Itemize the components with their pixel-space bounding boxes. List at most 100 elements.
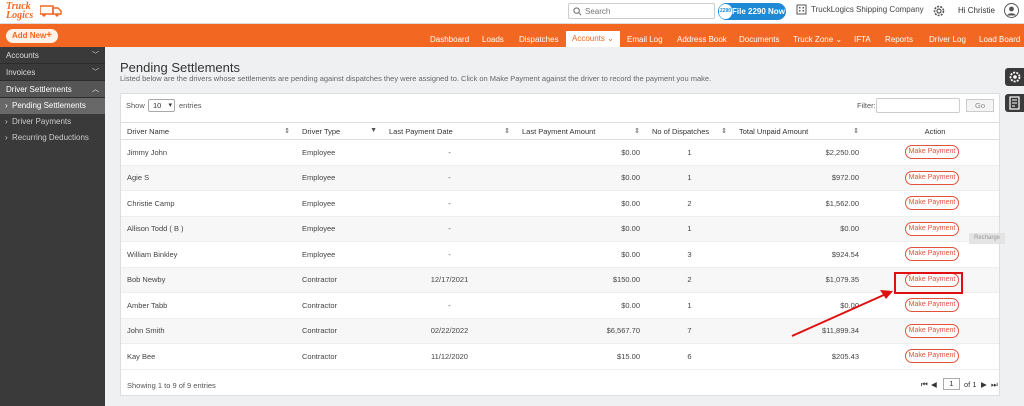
user-avatar[interactable] — [1004, 3, 1019, 18]
page-size-select[interactable]: 10 — [148, 99, 175, 112]
table-row: William Binkley Employee - $0.00 3 $924.54 Mak… — [121, 241, 999, 268]
col-no-of-dispatches[interactable]: No of Dispatches ⇕ — [646, 122, 733, 140]
add-new-button[interactable]: Add New — [6, 29, 58, 43]
nav-driver-log[interactable]: Driver Log — [929, 35, 966, 44]
recharge-tooltip: Recharge — [969, 233, 1005, 244]
cell-last-payment-amount: $0.00 — [516, 216, 646, 242]
search-box[interactable] — [568, 3, 715, 19]
cell-no-of-dispatches: 2 — [646, 267, 733, 293]
filter-input[interactable] — [876, 98, 960, 113]
sidebar-accounts[interactable]: Accounts ﹀ — [0, 47, 105, 64]
top-header: Truck Logics 2290 File 2290 Now TruckLog… — [0, 0, 1024, 24]
entries-info: Showing 1 to 9 of 9 entries — [127, 381, 216, 390]
cell-driver-type: Contractor — [296, 318, 383, 344]
settings-float-button[interactable] — [1005, 68, 1024, 86]
cell-driver-name: Amber Tabb — [121, 292, 296, 319]
search-input[interactable] — [585, 5, 710, 17]
col-driver-name[interactable]: Driver Name ⇕ — [121, 122, 296, 140]
col-last-payment-date[interactable]: Last Payment Date ⇕ — [383, 122, 516, 140]
nav-address-book[interactable]: Address Book — [677, 35, 727, 44]
make-payment-button[interactable]: Make Payment — [905, 247, 959, 262]
cell-last-payment-date: - — [383, 139, 516, 166]
col-last-payment-amount[interactable]: Last Payment Amount ⇕ — [516, 122, 646, 140]
cell-action: Make Payment — [865, 165, 999, 191]
nav-truck-zone-label: Truck Zone — [793, 35, 834, 44]
trucklogics-logo[interactable]: Truck Logics — [6, 2, 62, 22]
sidebar-invoices[interactable]: Invoices ﹀ — [0, 64, 105, 81]
cell-total-unpaid-amount: $972.00 — [733, 165, 865, 191]
sidebar-item-recurring-deductions[interactable]: Recurring Deductions — [0, 130, 105, 146]
make-payment-button[interactable]: Make Payment — [905, 145, 959, 160]
cell-total-unpaid-amount: $205.43 — [733, 343, 865, 370]
cell-driver-type: Employee — [296, 216, 383, 242]
sort-icon: ⇕ — [284, 128, 290, 135]
prev-page-icon[interactable]: ◀ — [931, 380, 937, 389]
main-nav: Add New Dashboard Loads Dispatches Accou… — [0, 24, 1024, 47]
cell-driver-type: Contractor — [296, 292, 383, 319]
document-float-button[interactable] — [1005, 94, 1024, 112]
make-payment-button[interactable]: Make Payment — [905, 221, 959, 236]
sidebar-driver-settlements-label: Driver Settlements — [6, 85, 72, 94]
nav-dashboard[interactable]: Dashboard — [430, 35, 469, 44]
cell-last-payment-amount: $6,567.70 — [516, 318, 646, 344]
last-page-icon[interactable]: ⏭ — [991, 380, 998, 390]
cell-last-payment-date: - — [383, 190, 516, 217]
cell-total-unpaid-amount: $1,079.35 — [733, 267, 865, 293]
sidebar: Accounts ﹀ Invoices ﹀ Driver Settlements ︿ … — [0, 47, 105, 406]
sidebar-item-pending-settlements[interactable]: Pending Settlements — [0, 98, 105, 114]
cell-driver-name: Allison Todd ( B ) — [121, 216, 296, 242]
cell-driver-type: Contractor — [296, 267, 383, 293]
nav-ifta[interactable]: IFTA — [854, 35, 871, 44]
nav-loads[interactable]: Loads — [482, 35, 504, 44]
nav-accounts[interactable]: Accounts ⌄ — [566, 31, 620, 47]
make-payment-button[interactable]: Make Payment — [905, 170, 959, 185]
go-button[interactable]: Go — [966, 99, 994, 112]
col-last-payment-date-label: Last Payment Date — [389, 126, 453, 136]
gear-icon[interactable] — [932, 4, 946, 18]
cell-no-of-dispatches: 2 — [646, 190, 733, 217]
col-no-of-dispatches-label: No of Dispatches — [652, 126, 710, 136]
col-driver-type-label: Driver Type — [302, 126, 341, 136]
sidebar-driver-settlements[interactable]: Driver Settlements ︿ — [0, 81, 105, 98]
table-row: Amber Tabb Contractor - $0.00 1 $0.00 Make Pay… — [121, 292, 999, 319]
nav-truck-zone[interactable]: Truck Zone ⌄ — [793, 35, 842, 44]
page-description: Listed below are the drivers whose settl… — [120, 74, 712, 83]
cell-driver-name: Christie Camp — [121, 190, 296, 217]
page-number-input[interactable]: 1 — [943, 378, 960, 390]
col-driver-name-label: Driver Name — [127, 126, 170, 136]
table-row: Bob Newby Contractor 12/17/2021 $150.00 2 $1,… — [121, 267, 999, 293]
cell-last-payment-date: - — [383, 241, 516, 268]
first-page-icon[interactable]: ⏮ — [921, 380, 928, 390]
user-greeting[interactable]: Hi Christie — [958, 6, 995, 15]
make-payment-button[interactable]: Make Payment — [905, 298, 959, 313]
nav-documents[interactable]: Documents — [739, 35, 779, 44]
make-payment-button[interactable]: Make Payment — [905, 196, 959, 211]
cell-driver-type: Employee — [296, 139, 383, 166]
table-row: Allison Todd ( B ) Employee - $0.00 1 $0.00 Ma… — [121, 216, 999, 242]
cell-last-payment-amount: $0.00 — [516, 139, 646, 166]
next-page-icon[interactable]: ▶ — [981, 380, 987, 389]
make-payment-button[interactable]: Make Payment — [905, 323, 959, 338]
cell-last-payment-date: - — [383, 165, 516, 191]
nav-load-board[interactable]: Load Board — [979, 35, 1020, 44]
col-total-unpaid-amount[interactable]: Total Unpaid Amount ⇕ — [733, 122, 865, 140]
nav-email-log[interactable]: Email Log — [627, 35, 663, 44]
make-payment-button[interactable]: Make Payment — [905, 349, 959, 364]
cell-last-payment-amount: $15.00 — [516, 343, 646, 370]
file-2290-button[interactable]: 2290 File 2290 Now — [718, 3, 786, 20]
gear-icon — [1009, 71, 1021, 83]
col-driver-type[interactable]: Driver Type ▼ — [296, 122, 383, 140]
nav-reports[interactable]: Reports — [885, 35, 913, 44]
company-name: TruckLogics Shipping Company — [811, 5, 924, 14]
settlements-table: Driver Name ⇕ Driver Type ▼ Last Payment D… — [121, 122, 999, 370]
sidebar-item-driver-payments[interactable]: Driver Payments — [0, 114, 105, 130]
nav-dispatches[interactable]: Dispatches — [519, 35, 559, 44]
cell-action: Make Payment — [865, 343, 999, 370]
cell-last-payment-date: 02/22/2022 — [383, 318, 516, 344]
cell-driver-name: William Binkley — [121, 241, 296, 268]
filter-label: Filter: — [857, 101, 876, 110]
cell-no-of-dispatches: 1 — [646, 165, 733, 191]
cell-action: Make Payment — [865, 292, 999, 319]
cell-total-unpaid-amount: $0.00 — [733, 216, 865, 242]
chevron-down-icon: ⌄ — [607, 34, 614, 43]
